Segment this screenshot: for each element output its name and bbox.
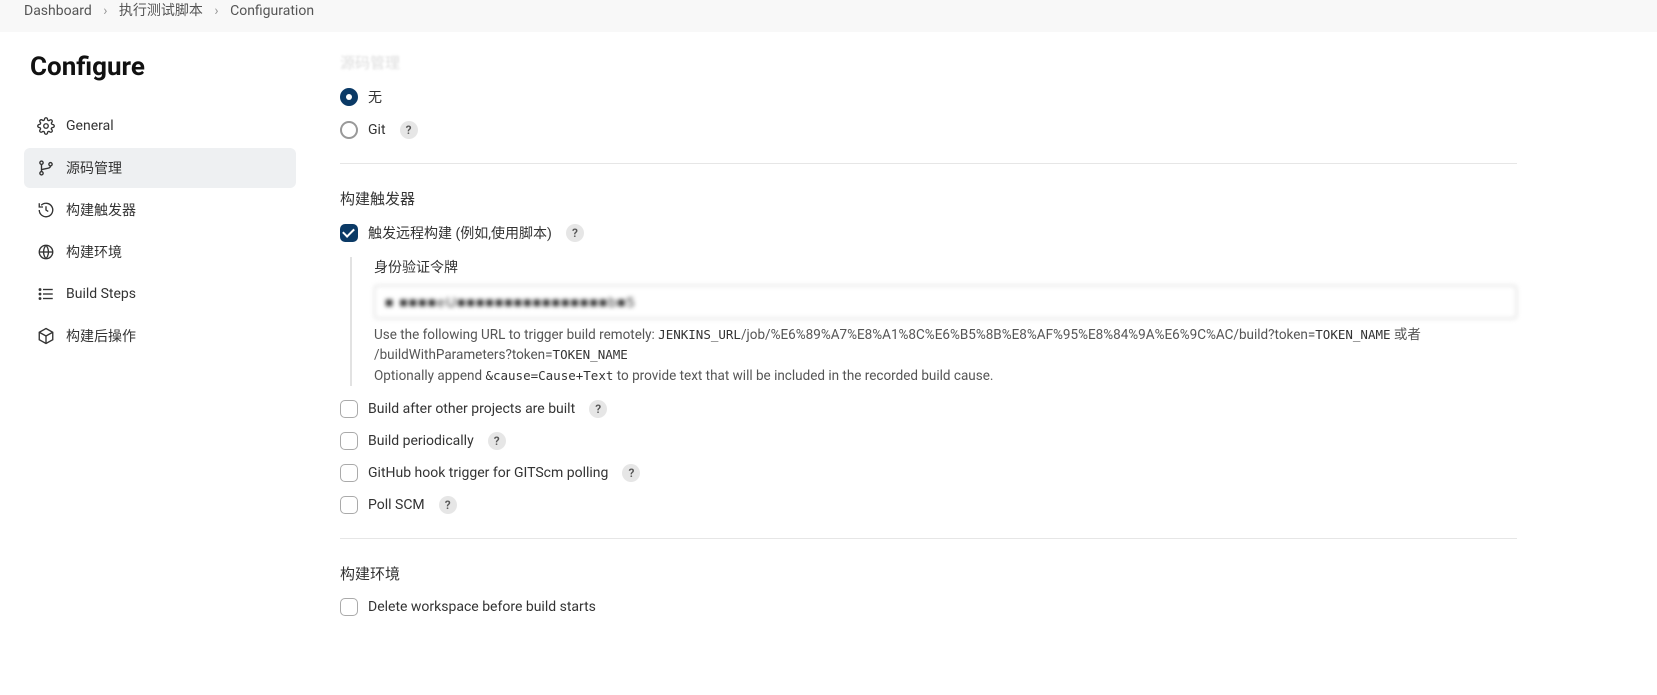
help-icon[interactable]: ? — [488, 432, 506, 450]
help-icon[interactable]: ? — [589, 400, 607, 418]
package-icon — [36, 326, 56, 346]
chevron-right-icon: › — [214, 3, 218, 19]
help-icon[interactable]: ? — [400, 121, 418, 139]
sidebar-item-scm[interactable]: 源码管理 — [24, 148, 296, 188]
divider — [340, 163, 1517, 164]
clock-history-icon — [36, 200, 56, 220]
trigger-github-hook-checkbox[interactable] — [340, 464, 358, 482]
sidebar-item-label: General — [66, 118, 114, 134]
triggers-section-title: 构建触发器 — [340, 188, 1517, 209]
page-title: Configure — [24, 52, 296, 82]
env-delete-workspace-label: Delete workspace before build starts — [368, 599, 596, 615]
sidebar-item-post-build[interactable]: 构建后操作 — [24, 316, 296, 356]
scm-none-radio[interactable] — [340, 88, 358, 106]
trigger-remote-checkbox[interactable] — [340, 224, 358, 242]
breadcrumb-configuration[interactable]: Configuration — [230, 3, 314, 19]
main-content: 源码管理 无 Git ? 构建触发器 触发远程构建 (例如,使用脚本) ? 身份… — [320, 52, 1657, 670]
auth-token-label: 身份验证令牌 — [374, 257, 1517, 277]
sidebar-item-general[interactable]: General — [24, 106, 296, 146]
scm-section-title-faded: 源码管理 — [340, 52, 1517, 73]
git-branch-icon — [36, 158, 56, 178]
sidebar-item-label: 构建后操作 — [66, 326, 136, 346]
sidebar-item-triggers[interactable]: 构建触发器 — [24, 190, 296, 230]
globe-icon — [36, 242, 56, 262]
trigger-build-after-label: Build after other projects are built — [368, 401, 575, 417]
sidebar-item-environment[interactable]: 构建环境 — [24, 232, 296, 272]
sidebar-item-label: 构建触发器 — [66, 200, 136, 220]
env-section-title: 构建环境 — [340, 563, 1517, 584]
sidebar-item-label: 构建环境 — [66, 242, 122, 262]
gear-icon — [36, 116, 56, 136]
trigger-periodic-checkbox[interactable] — [340, 432, 358, 450]
breadcrumb-job[interactable]: 执行测试脚本 — [119, 3, 203, 19]
sidebar-item-build-steps[interactable]: Build Steps — [24, 274, 296, 314]
sidebar-item-label: 源码管理 — [66, 158, 122, 178]
help-icon[interactable]: ? — [566, 224, 584, 242]
breadcrumb: Dashboard › 执行测试脚本 › Configuration — [0, 0, 1657, 32]
sidebar-item-label: Build Steps — [66, 286, 136, 302]
trigger-poll-scm-checkbox[interactable] — [340, 496, 358, 514]
scm-none-label: 无 — [368, 87, 382, 107]
scm-git-label: Git — [368, 122, 386, 138]
chevron-right-icon: › — [103, 3, 107, 19]
trigger-poll-scm-label: Poll SCM — [368, 497, 425, 513]
env-delete-workspace-checkbox[interactable] — [340, 598, 358, 616]
list-steps-icon — [36, 284, 56, 304]
auth-token-input[interactable] — [374, 285, 1517, 319]
help-icon[interactable]: ? — [622, 464, 640, 482]
trigger-periodic-label: Build periodically — [368, 433, 474, 449]
trigger-build-after-checkbox[interactable] — [340, 400, 358, 418]
help-icon[interactable]: ? — [439, 496, 457, 514]
divider — [340, 538, 1517, 539]
token-help-text: Use the following URL to trigger build r… — [374, 325, 1517, 386]
trigger-remote-label: 触发远程构建 (例如,使用脚本) — [368, 223, 552, 243]
scm-git-radio[interactable] — [340, 121, 358, 139]
breadcrumb-dashboard[interactable]: Dashboard — [24, 3, 92, 19]
trigger-github-hook-label: GitHub hook trigger for GITScm polling — [368, 465, 608, 481]
sidebar: Configure General 源码管理 构建触发器 构建环境 — [0, 52, 320, 670]
